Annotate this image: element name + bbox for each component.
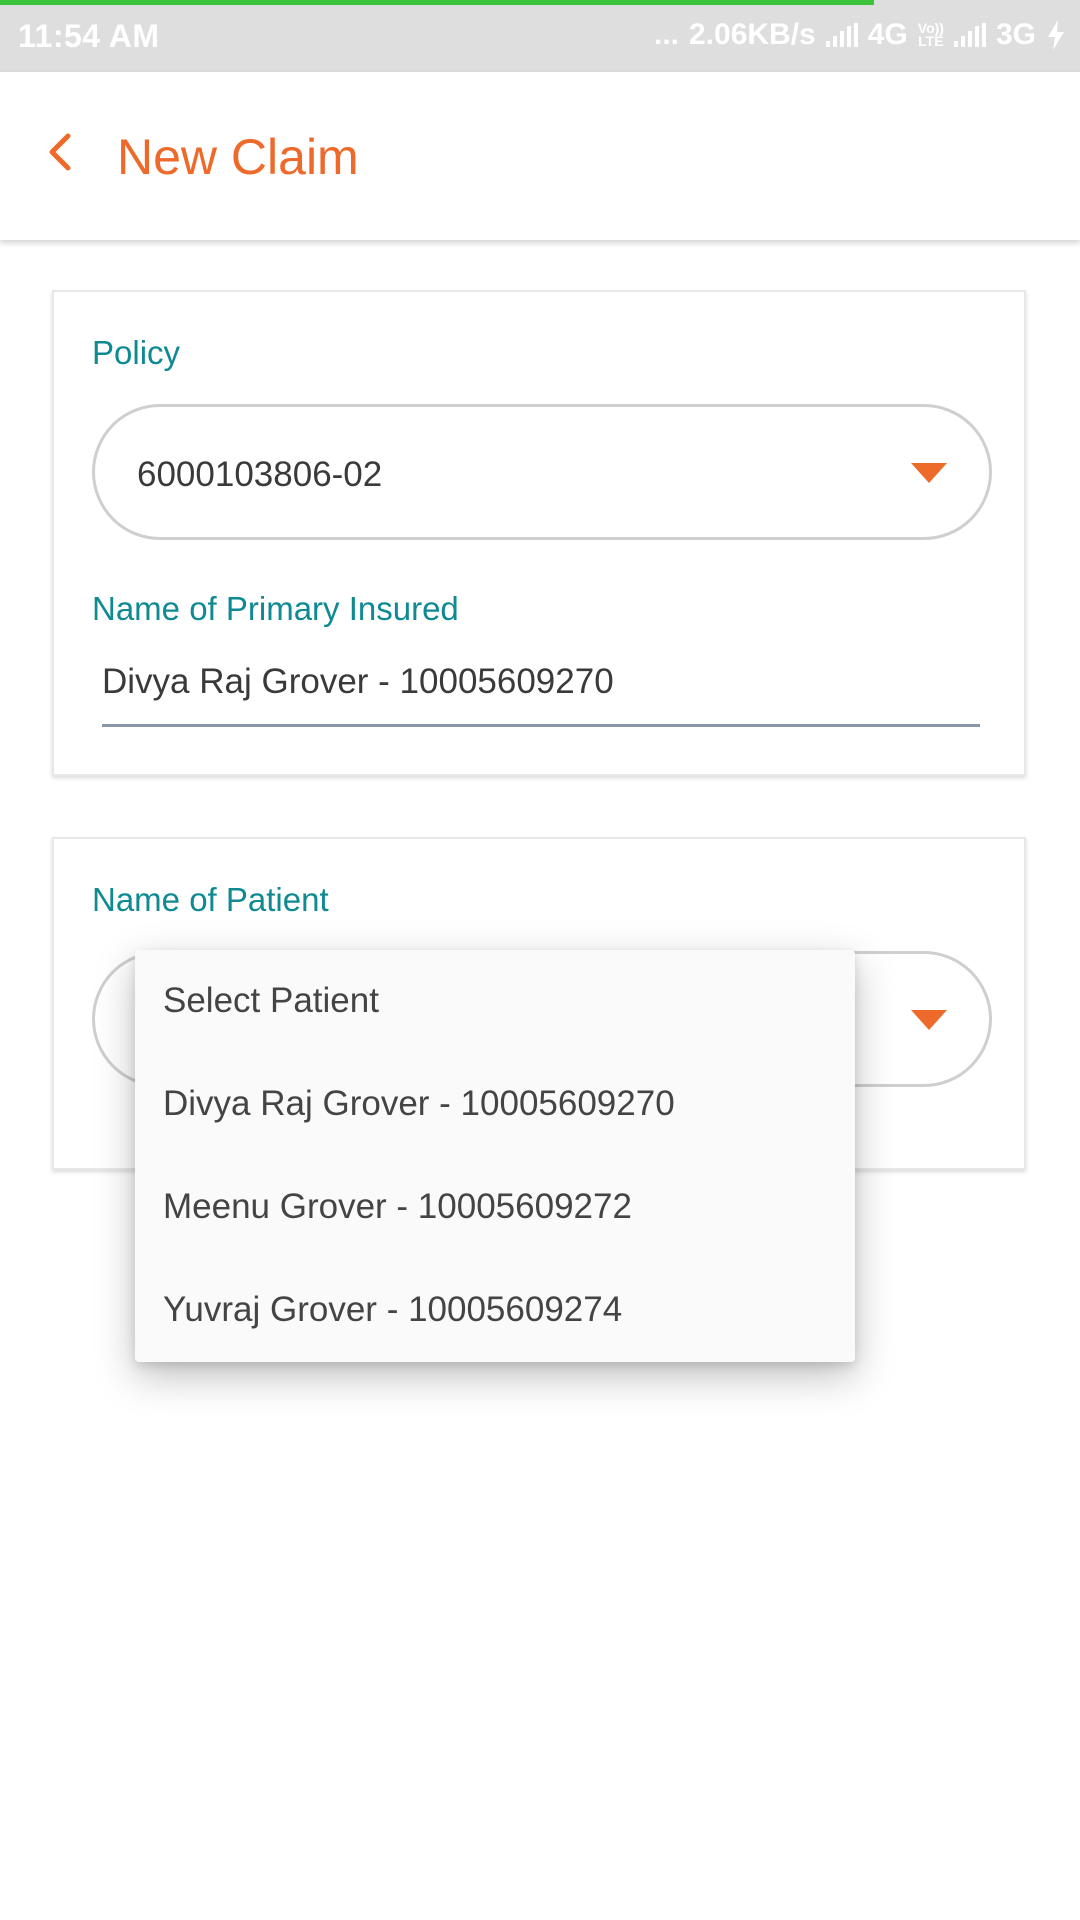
dropdown-option-select-patient[interactable]: Select Patient bbox=[135, 962, 855, 1065]
primary-insured-value: Divya Raj Grover - 10005609270 bbox=[102, 662, 614, 701]
signal-icon-2 bbox=[953, 23, 986, 47]
status-bar: 11:54 AM ... 2.06KB/s 4G Vo)) LTE 3G bbox=[0, 0, 1080, 72]
dropdown-caret-icon bbox=[911, 1010, 947, 1030]
dropdown-option-patient[interactable]: Yuvraj Grover - 10005609274 bbox=[135, 1271, 855, 1374]
network-type-3g: 3G bbox=[995, 18, 1036, 51]
patient-label: Name of Patient bbox=[92, 881, 329, 918]
page-title: New Claim bbox=[117, 129, 359, 185]
dropdown-option-patient[interactable]: Meenu Grover - 10005609272 bbox=[135, 1168, 855, 1271]
primary-insured-field[interactable]: Divya Raj Grover - 10005609270 bbox=[102, 662, 980, 727]
status-time: 11:54 AM bbox=[18, 18, 160, 54]
network-type-4g: 4G bbox=[867, 18, 908, 51]
policy-select-value: 6000103806-02 bbox=[137, 455, 383, 494]
back-arrow-icon bbox=[49, 133, 71, 171]
patient-dropdown-menu: Select Patient Divya Raj Grover - 100056… bbox=[135, 950, 855, 1362]
charging-icon bbox=[1048, 20, 1064, 50]
more-notifications-icon: ... bbox=[653, 18, 679, 51]
policy-label: Policy bbox=[92, 334, 181, 371]
loading-progress-bar bbox=[0, 0, 874, 5]
status-indicators: ... 2.06KB/s 4G Vo)) LTE 3G bbox=[654, 18, 1066, 52]
volte-icon: Vo)) LTE bbox=[917, 20, 944, 49]
app-bar: New Claim bbox=[0, 72, 1080, 240]
dropdown-option-patient[interactable]: Divya Raj Grover - 10005609270 bbox=[135, 1065, 855, 1168]
policy-select[interactable]: 6000103806-02 bbox=[92, 404, 992, 540]
signal-icon bbox=[825, 23, 858, 47]
back-button[interactable] bbox=[36, 124, 92, 180]
network-speed: 2.06KB/s bbox=[689, 18, 816, 51]
primary-insured-label: Name of Primary Insured bbox=[92, 590, 459, 627]
policy-card: Policy 6000103806-02 Name of Primary Ins… bbox=[52, 290, 1026, 776]
dropdown-caret-icon bbox=[911, 463, 947, 483]
